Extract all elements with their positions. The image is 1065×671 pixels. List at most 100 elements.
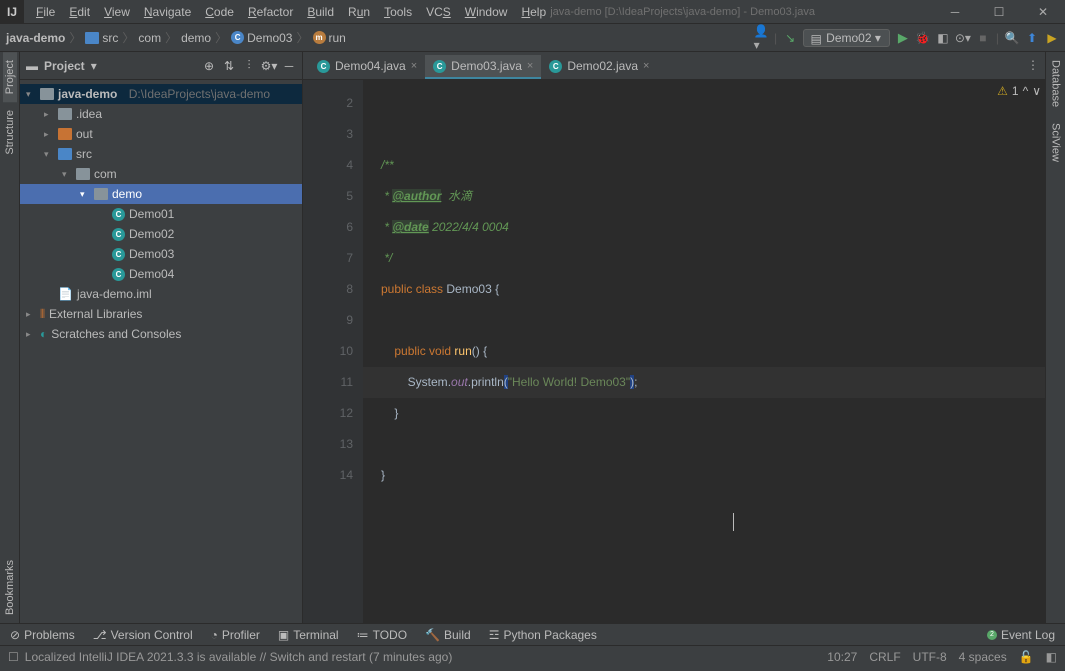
update-button[interactable]: ⬆ — [1025, 31, 1039, 45]
tree-demo02[interactable]: CDemo02 — [20, 224, 302, 244]
menu-edit[interactable]: Edit — [63, 3, 96, 21]
menu-file[interactable]: File — [30, 3, 61, 21]
editor-content[interactable]: /** * @author 水滴 * @date 2022/4/4 0004 *… — [363, 80, 1045, 623]
ide-scripting-icon[interactable]: ▶ — [1045, 31, 1059, 45]
bc-src[interactable]: src — [85, 31, 118, 45]
file-icon: 📄 — [58, 287, 73, 301]
status-message[interactable]: Localized IntelliJ IDEA 2021.3.3 is avai… — [25, 650, 453, 664]
hide-icon[interactable]: ─ — [282, 59, 296, 73]
line-separator[interactable]: CRLF — [869, 650, 900, 664]
build-tab[interactable]: 🔨Build — [425, 628, 471, 642]
class-icon: C — [112, 248, 125, 261]
database-tool-tab[interactable]: Database — [1049, 52, 1063, 115]
tab-demo02[interactable]: CDemo02.java× — [541, 55, 657, 79]
vcs-tab[interactable]: ⎇Version Control — [93, 628, 193, 642]
terminal-tab[interactable]: ▣Terminal — [278, 628, 339, 642]
bc-method[interactable]: mrun — [313, 31, 346, 45]
menu-tools[interactable]: Tools — [378, 3, 418, 21]
branch-icon: ⎇ — [93, 628, 107, 642]
build-icon[interactable]: ↘ — [783, 31, 797, 45]
bookmarks-tool-tab[interactable]: Bookmarks — [3, 552, 17, 623]
project-sidebar: ▬ Project ▾ ⊕ ⇅ ⫶ ⚙▾ ─ ▾ java-demo D:\Id… — [20, 52, 303, 623]
tree-out[interactable]: ▸out — [20, 124, 302, 144]
class-icon: C — [433, 60, 446, 73]
run-button[interactable]: ▶ — [896, 31, 910, 45]
settings-icon[interactable]: ⚙▾ — [262, 59, 276, 73]
expand-all-icon[interactable]: ⇅ — [222, 59, 236, 73]
status-bar: ☐ Localized IntelliJ IDEA 2021.3.3 is av… — [0, 645, 1065, 667]
package-icon: ☲ — [489, 628, 500, 642]
gutter-line-numbers: 234567891011121314 — [303, 80, 363, 623]
menu-build[interactable]: Build — [301, 3, 340, 21]
select-opened-icon[interactable]: ⊕ — [202, 59, 216, 73]
run-config-selector[interactable]: ▤ Demo02 ▾ — [803, 29, 890, 47]
problems-tab[interactable]: ⊘Problems — [10, 628, 75, 642]
sciview-tool-tab[interactable]: SciView — [1049, 115, 1063, 170]
readonly-lock-icon[interactable]: 🔓 — [1019, 650, 1034, 664]
menu-run[interactable]: Run — [342, 3, 376, 21]
folder-icon — [40, 88, 54, 100]
bc-demo[interactable]: demo — [181, 31, 211, 45]
indent-settings[interactable]: 4 spaces — [959, 650, 1007, 664]
debug-button[interactable]: 🐞 — [916, 31, 930, 45]
folder-icon — [94, 188, 108, 200]
folder-icon — [58, 148, 72, 160]
tree-idea[interactable]: ▸.idea — [20, 104, 302, 124]
search-button[interactable]: 🔍 — [1005, 31, 1019, 45]
event-log-tab[interactable]: 2Event Log — [987, 628, 1055, 642]
tree-project-root[interactable]: ▾ java-demo D:\IdeaProjects\java-demo — [20, 84, 302, 104]
add-config-icon[interactable]: 👤▾ — [754, 31, 768, 45]
run-toolbar: 👤▾ | ↘ ▤ Demo02 ▾ ▶ 🐞 ◧ ⊙▾ ■ | 🔍 ⬆ ▶ — [754, 29, 1059, 47]
tab-demo03[interactable]: CDemo03.java× — [425, 55, 541, 79]
python-packages-tab[interactable]: ☲Python Packages — [489, 628, 597, 642]
tree-demo[interactable]: ▾demo — [20, 184, 302, 204]
title-bar: IJ File Edit View Navigate Code Refactor… — [0, 0, 1065, 24]
tree-demo03[interactable]: CDemo03 — [20, 244, 302, 264]
todo-tab[interactable]: ≔TODO — [357, 628, 407, 642]
folder-icon — [76, 168, 90, 180]
project-tool-tab[interactable]: Project — [3, 52, 17, 102]
window-title: java-demo [D:\IdeaProjects\java-demo] - … — [432, 6, 933, 18]
cursor-position[interactable]: 10:27 — [827, 650, 857, 664]
menu-navigate[interactable]: Navigate — [138, 3, 197, 21]
stop-button[interactable]: ■ — [976, 31, 990, 45]
profiler-tab[interactable]: ◔Profiler — [211, 628, 260, 642]
tab-options-icon[interactable]: ⋮ — [1027, 58, 1039, 72]
file-encoding[interactable]: UTF-8 — [913, 650, 947, 664]
tab-demo04[interactable]: CDemo04.java× — [309, 55, 425, 79]
menu-code[interactable]: Code — [199, 3, 240, 21]
close-button[interactable]: ✕ — [1021, 0, 1065, 24]
menu-view[interactable]: View — [98, 3, 136, 21]
structure-tool-tab[interactable]: Structure — [3, 102, 17, 163]
close-icon[interactable]: × — [411, 60, 417, 72]
app-logo-icon[interactable]: IJ — [0, 0, 24, 24]
tree-libs[interactable]: ▸⫴External Libraries — [20, 304, 302, 324]
breadcrumb: java-demo〉 src〉 com〉 demo〉 CDemo03〉 mrun — [6, 29, 346, 46]
bc-java-demo[interactable]: java-demo — [6, 31, 65, 45]
tree-iml[interactable]: 📄java-demo.iml — [20, 284, 302, 304]
profile-button[interactable]: ⊙▾ — [956, 31, 970, 45]
collapse-all-icon[interactable]: ⫶ — [242, 59, 256, 73]
tree-scratches[interactable]: ▸◐Scratches and Consoles — [20, 324, 302, 344]
view-mode-selector[interactable]: ▾ — [91, 59, 97, 73]
code-editor[interactable]: ⚠ 1 ^ ∨ 234567891011121314 /** * @author… — [303, 80, 1045, 623]
coverage-button[interactable]: ◧ — [936, 31, 950, 45]
maximize-button[interactable]: ☐ — [977, 0, 1021, 24]
bc-class[interactable]: CDemo03 — [231, 31, 292, 45]
tree-com[interactable]: ▾com — [20, 164, 302, 184]
memory-indicator-icon[interactable]: ◧ — [1046, 650, 1057, 664]
bc-com[interactable]: com — [138, 31, 161, 45]
app-icon: ▤ — [809, 32, 823, 46]
editor-tabs: CDemo04.java× CDemo03.java× CDemo02.java… — [303, 52, 1045, 80]
tree-demo04[interactable]: CDemo04 — [20, 264, 302, 284]
tree-demo01[interactable]: CDemo01 — [20, 204, 302, 224]
status-menu-icon[interactable]: ☐ — [8, 650, 19, 664]
folder-icon — [58, 108, 72, 120]
close-icon[interactable]: × — [643, 60, 649, 72]
minimize-button[interactable]: ─ — [933, 0, 977, 24]
close-icon[interactable]: × — [527, 60, 533, 72]
menu-refactor[interactable]: Refactor — [242, 3, 299, 21]
scratch-icon: ◐ — [40, 327, 47, 341]
tree-src[interactable]: ▾src — [20, 144, 302, 164]
class-icon: C — [112, 268, 125, 281]
